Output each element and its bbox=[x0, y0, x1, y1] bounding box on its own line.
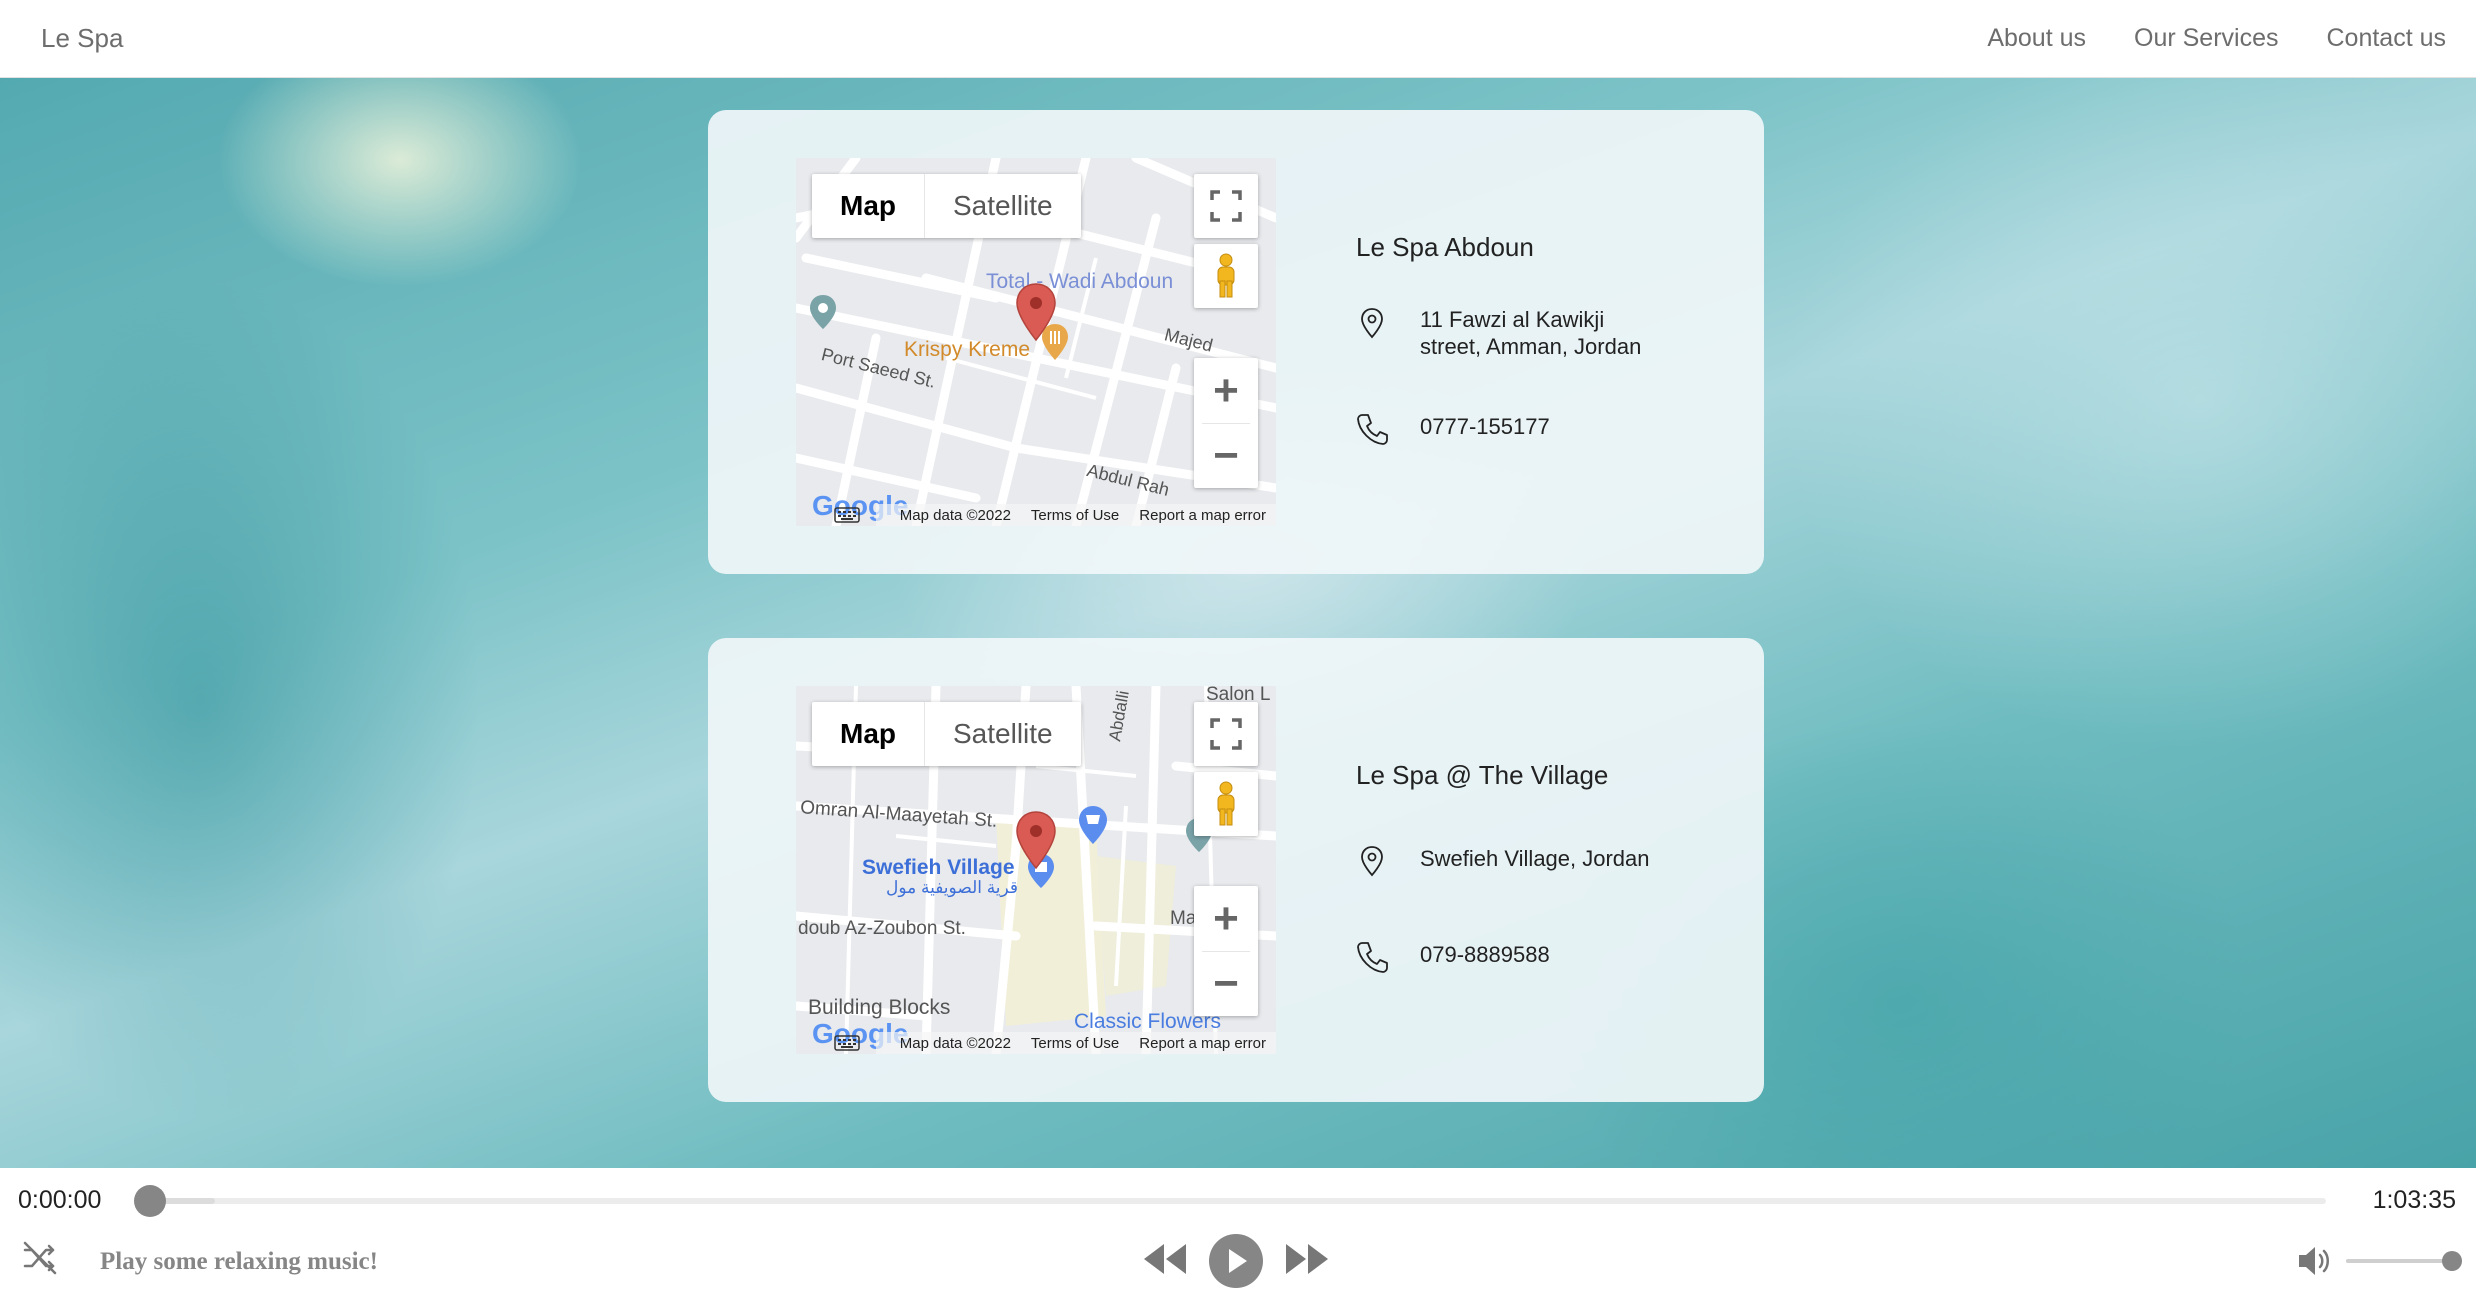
nav-links: About us Our Services Contact us bbox=[1987, 24, 2446, 53]
phone-row: 0777-155177 bbox=[1356, 412, 1550, 446]
phone-icon bbox=[1357, 942, 1388, 973]
address-line-1: 11 Fawzi al Kawikji bbox=[1420, 307, 1605, 332]
map-place-label: Krispy Kreme bbox=[904, 338, 1031, 361]
pegman-icon bbox=[1217, 781, 1235, 826]
map-type-satellite-button[interactable]: Satellite bbox=[925, 174, 1081, 238]
shopping-poi-icon bbox=[1079, 806, 1107, 844]
location-name: Le Spa Abdoun bbox=[1356, 232, 1534, 262]
progress-handle[interactable] bbox=[134, 1185, 166, 1217]
zoom-control: + − bbox=[1194, 886, 1258, 1016]
map-data-label: Map data ©2022 bbox=[899, 506, 1011, 524]
address-row: Swefieh Village, Jordan bbox=[1356, 844, 1650, 878]
location-card-village: Omran Al-Maayetah St. Swefieh Village قر… bbox=[708, 638, 1764, 1102]
fullscreen-button[interactable] bbox=[1194, 702, 1258, 766]
phone-number[interactable]: 079-8889588 bbox=[1420, 940, 1550, 970]
fast-forward-icon[interactable] bbox=[1284, 1240, 1330, 1278]
address-text: Swefieh Village, Jordan bbox=[1420, 846, 1650, 871]
keyboard-icon[interactable] bbox=[834, 1035, 860, 1051]
play-button[interactable] bbox=[1209, 1234, 1263, 1288]
street-view-button[interactable] bbox=[1194, 244, 1258, 308]
terms-of-use-link[interactable]: Terms of Use bbox=[1031, 1035, 1119, 1052]
report-map-error-link[interactable]: Report a map error bbox=[1139, 507, 1266, 524]
address-line-2: street, Amman, Jordan bbox=[1420, 334, 1642, 359]
map-type-map-button[interactable]: Map bbox=[812, 174, 924, 238]
zoom-in-button[interactable]: + bbox=[1194, 359, 1258, 423]
fullscreen-icon bbox=[1210, 718, 1242, 750]
map-footer: Map data ©2022 Terms of Use Report a map… bbox=[796, 1032, 1276, 1054]
map-place-label-arabic: قرية الصويفية مول bbox=[886, 878, 1019, 897]
map-type-satellite-button[interactable]: Satellite bbox=[925, 702, 1081, 766]
phone-number[interactable]: 0777-155177 bbox=[1420, 412, 1550, 442]
phone-icon bbox=[1357, 414, 1388, 445]
total-time: 1:03:35 bbox=[2372, 1186, 2456, 1214]
zoom-control: + − bbox=[1194, 358, 1258, 488]
map-footer: Map data ©2022 Terms of Use Report a map… bbox=[796, 504, 1276, 526]
fullscreen-button[interactable] bbox=[1194, 174, 1258, 238]
report-map-error-link[interactable]: Report a map error bbox=[1139, 1035, 1266, 1052]
fullscreen-icon bbox=[1210, 190, 1242, 222]
volume-icon[interactable] bbox=[2296, 1242, 2334, 1280]
location-pin-icon[interactable] bbox=[1014, 282, 1058, 342]
location-marker-icon bbox=[1361, 308, 1383, 339]
zoom-out-button[interactable]: − bbox=[1194, 952, 1258, 1016]
map-street-label: Ma bbox=[1170, 908, 1197, 929]
address-row: 11 Fawzi al Kawikji street, Amman, Jorda… bbox=[1356, 306, 1641, 360]
track-title: Play some relaxing music! bbox=[100, 1248, 378, 1275]
map-place-label: Building Blocks bbox=[808, 996, 951, 1019]
volume-slider[interactable] bbox=[2346, 1259, 2452, 1263]
pegman-icon bbox=[1217, 253, 1235, 298]
nav-about-us[interactable]: About us bbox=[1987, 24, 2086, 53]
rewind-icon[interactable] bbox=[1142, 1240, 1188, 1278]
play-icon bbox=[1229, 1249, 1247, 1273]
map-type-control: Map Satellite bbox=[812, 702, 1081, 766]
map-type-control: Map Satellite bbox=[812, 174, 1081, 238]
volume-handle[interactable] bbox=[2442, 1251, 2462, 1271]
location-name: Le Spa @ The Village bbox=[1356, 760, 1609, 790]
keyboard-icon[interactable] bbox=[834, 507, 860, 523]
zoom-out-button[interactable]: − bbox=[1194, 424, 1258, 488]
street-view-button[interactable] bbox=[1194, 772, 1258, 836]
volume-fill bbox=[2346, 1259, 2452, 1263]
navbar: Le Spa About us Our Services Contact us bbox=[0, 0, 2476, 78]
map-abdoun[interactable]: Total - Wadi Abdoun Krispy Kreme Port Sa… bbox=[796, 158, 1276, 526]
phone-row: 079-8889588 bbox=[1356, 940, 1550, 974]
location-marker-icon bbox=[1361, 846, 1383, 877]
progress-bar[interactable] bbox=[150, 1198, 2326, 1204]
audio-player: 0:00:00 1:03:35 Play some relaxing music… bbox=[0, 1168, 2476, 1294]
mosque-poi-icon bbox=[810, 295, 836, 329]
location-pin-icon[interactable] bbox=[1014, 810, 1058, 870]
map-street-label: doub Az-Zoubon St. bbox=[798, 918, 966, 939]
terms-of-use-link[interactable]: Terms of Use bbox=[1031, 507, 1119, 524]
address-text: 11 Fawzi al Kawikji street, Amman, Jorda… bbox=[1420, 306, 1641, 360]
shuffle-off-icon[interactable] bbox=[22, 1240, 58, 1276]
map-type-map-button[interactable]: Map bbox=[812, 702, 924, 766]
map-village[interactable]: Omran Al-Maayetah St. Swefieh Village قر… bbox=[796, 686, 1276, 1054]
location-card-abdoun: Total - Wadi Abdoun Krispy Kreme Port Sa… bbox=[708, 110, 1764, 574]
map-place-label: Swefieh Village bbox=[862, 856, 1015, 879]
brand-logo[interactable]: Le Spa bbox=[41, 23, 123, 54]
map-data-label: Map data ©2022 bbox=[899, 1034, 1011, 1052]
nav-our-services[interactable]: Our Services bbox=[2134, 24, 2278, 53]
nav-contact-us[interactable]: Contact us bbox=[2326, 24, 2446, 53]
zoom-in-button[interactable]: + bbox=[1194, 887, 1258, 951]
current-time: 0:00:00 bbox=[18, 1186, 102, 1214]
